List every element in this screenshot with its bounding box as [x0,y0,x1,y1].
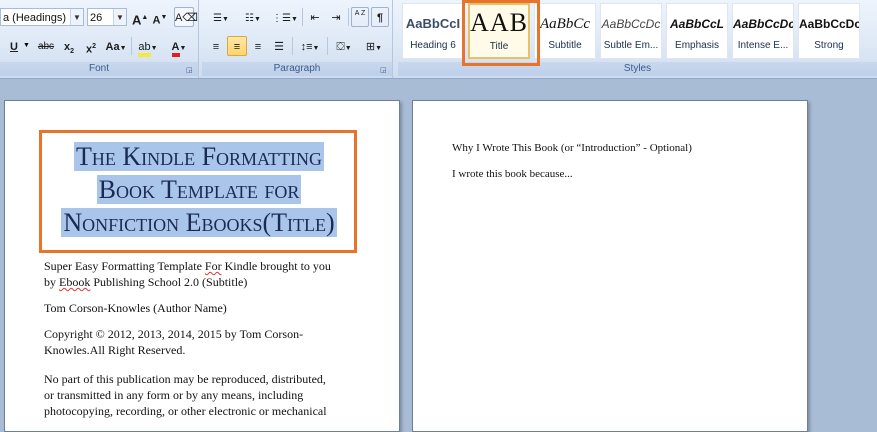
grow-font-button[interactable]: A▲ [131,7,149,27]
numbering-button[interactable]: ☷▼ [238,7,268,27]
chevron-down-icon[interactable]: ▼ [23,42,30,49]
spelling-flag-ebook: Ebook [59,275,91,289]
borders-button[interactable]: ⊞▼ [360,36,388,56]
dialog-launcher-icon[interactable]: ◲ [380,67,388,75]
chevron-down-icon[interactable]: ▼ [70,9,83,25]
dialog-launcher-icon[interactable]: ◲ [186,67,194,75]
subtitle-text: Kindle brought to you [221,259,331,273]
divider [302,8,303,26]
style-strong[interactable]: AaBbCcDc Strong [798,3,860,59]
borders-icon: ⊞ [365,41,376,53]
strikethrough-button[interactable]: abc [35,36,57,56]
increase-indent-button[interactable]: ⇥ [326,7,346,27]
underline-button[interactable]: U [6,36,22,56]
divider [348,8,349,26]
decrease-indent-button[interactable]: ⇤ [305,7,325,27]
copyright-paragraph[interactable]: Copyright © 2012, 2013, 2014, 2015 by To… [44,326,374,358]
font-size-value: 26 [90,12,103,24]
divider [292,37,293,55]
spelling-flag-for: For [204,259,222,273]
font-group: a (Headings) ▼ 26 ▼ A▲ A▼ A⌫ U ▼ abc x2 … [0,0,199,78]
style-name: Intense E... [737,40,789,51]
subscript-button[interactable]: x2 [60,36,78,56]
outdent-icon: ⇤ [310,12,320,24]
copyright-line-2: Knowles.All Right Reserved. [44,343,186,357]
style-preview: AaBbCcDc [733,17,793,31]
style-preview: AaBbCcI [405,16,461,31]
style-name: Strong [814,40,844,51]
paragraph-group: ☰▼ ☷▼ ⋮☰▼ ⇤ ⇥ A Z ¶ ≡ ≡ ≡ ☰ ↕≡▼ ⛋▼ ⊞▼ Pa… [202,0,393,78]
superscript-button[interactable]: x2 [82,36,100,56]
shrink-font-button[interactable]: A▼ [151,7,169,27]
divider [131,37,132,55]
multilevel-list-icon: ⋮☰ [272,13,292,24]
rights-line-1: No part of this publication may be repro… [44,372,326,386]
align-left-button[interactable]: ≡ [206,36,226,56]
font-group-label: Font [0,62,198,76]
subtitle-text: Publishing School 2.0 (Subtitle) [90,275,248,289]
rights-paragraph[interactable]: No part of this publication may be repro… [44,371,384,419]
style-emphasis[interactable]: AaBbCcL Emphasis [666,3,728,59]
bullets-icon: ☰ [213,13,223,24]
font-size-combo[interactable]: 26 ▼ [87,8,127,26]
style-subtle-emphasis[interactable]: AaBbCcDc Subtle Em... [600,3,662,59]
copyright-line-1: Copyright © 2012, 2013, 2014, 2015 by To… [44,327,304,341]
style-preview: AaBbCcL [669,17,724,31]
numbering-icon: ☷ [245,13,255,24]
shading-button[interactable]: ⛋▼ [330,36,358,56]
sort-icon: A Z [354,10,366,17]
font-color-button[interactable]: A▼ [166,36,192,57]
style-heading-6[interactable]: AaBbCcI Heading 6 [402,3,464,59]
font-color-icon: A [171,41,180,57]
line-spacing-icon: ↕≡ [300,41,313,53]
pilcrow-icon: ¶ [376,12,384,24]
align-center-button[interactable]: ≡ [227,36,247,56]
style-subtitle[interactable]: AaBbCc Subtitle [534,3,596,59]
clear-formatting-button[interactable]: A⌫ [174,7,198,27]
rights-line-3: photocopying, recording, or other electr… [44,404,327,418]
align-left-icon: ≡ [212,41,220,53]
style-preview: AaBbCcDc [601,17,661,31]
eraser-icon: A⌫ [175,12,198,24]
divider [327,37,328,55]
subtitle-text: by [44,275,59,289]
change-case-button[interactable]: Aa▼ [104,36,128,56]
line-spacing-button[interactable]: ↕≡▼ [295,36,325,56]
text-highlight-button[interactable]: ab▼ [135,36,161,57]
author-paragraph[interactable]: Tom Corson-Knowles (Author Name) [44,300,227,316]
subtitle-paragraph[interactable]: Super Easy Formatting Template For Kindl… [44,258,374,290]
style-preview: AaBbCc [540,16,590,32]
style-intense-emphasis[interactable]: AaBbCcDc Intense E... [732,3,794,59]
font-name-value: a (Headings) [3,12,66,24]
title-style-highlight [462,0,540,66]
chevron-down-icon[interactable]: ▼ [113,9,126,25]
indent-icon: ⇥ [331,12,341,24]
font-name-combo[interactable]: a (Headings) ▼ [0,8,84,26]
paragraph-group-label: Paragraph [202,62,392,76]
style-name: Heading 6 [410,40,456,51]
introduction-body[interactable]: I wrote this book because... [452,166,573,182]
align-center-icon: ≡ [233,41,241,53]
highlighter-icon: ab [138,41,151,57]
sort-button[interactable]: A Z [351,7,369,27]
justify-icon: ☰ [274,41,284,53]
style-name: Subtitle [548,40,582,51]
justify-button[interactable]: ☰ [269,36,289,56]
style-name: Subtle Em... [603,40,659,51]
document-title-highlight [39,130,357,253]
multilevel-list-button[interactable]: ⋮☰▼ [270,7,300,27]
bullets-button[interactable]: ☰▼ [206,7,236,27]
align-right-button[interactable]: ≡ [248,36,268,56]
ribbon: a (Headings) ▼ 26 ▼ A▲ A▼ A⌫ U ▼ abc x2 … [0,0,877,79]
align-right-icon: ≡ [254,41,262,53]
style-preview: AaBbCcDc [799,17,859,31]
rights-line-2: or transmitted in any form or by any mea… [44,388,304,402]
subtitle-text: Super Easy Formatting Template [44,259,205,273]
paint-bucket-icon: ⛋ [336,41,345,53]
introduction-heading[interactable]: Why I Wrote This Book (or “Introduction”… [452,140,692,156]
show-formatting-marks-button[interactable]: ¶ [371,7,389,27]
style-name: Emphasis [675,40,719,51]
